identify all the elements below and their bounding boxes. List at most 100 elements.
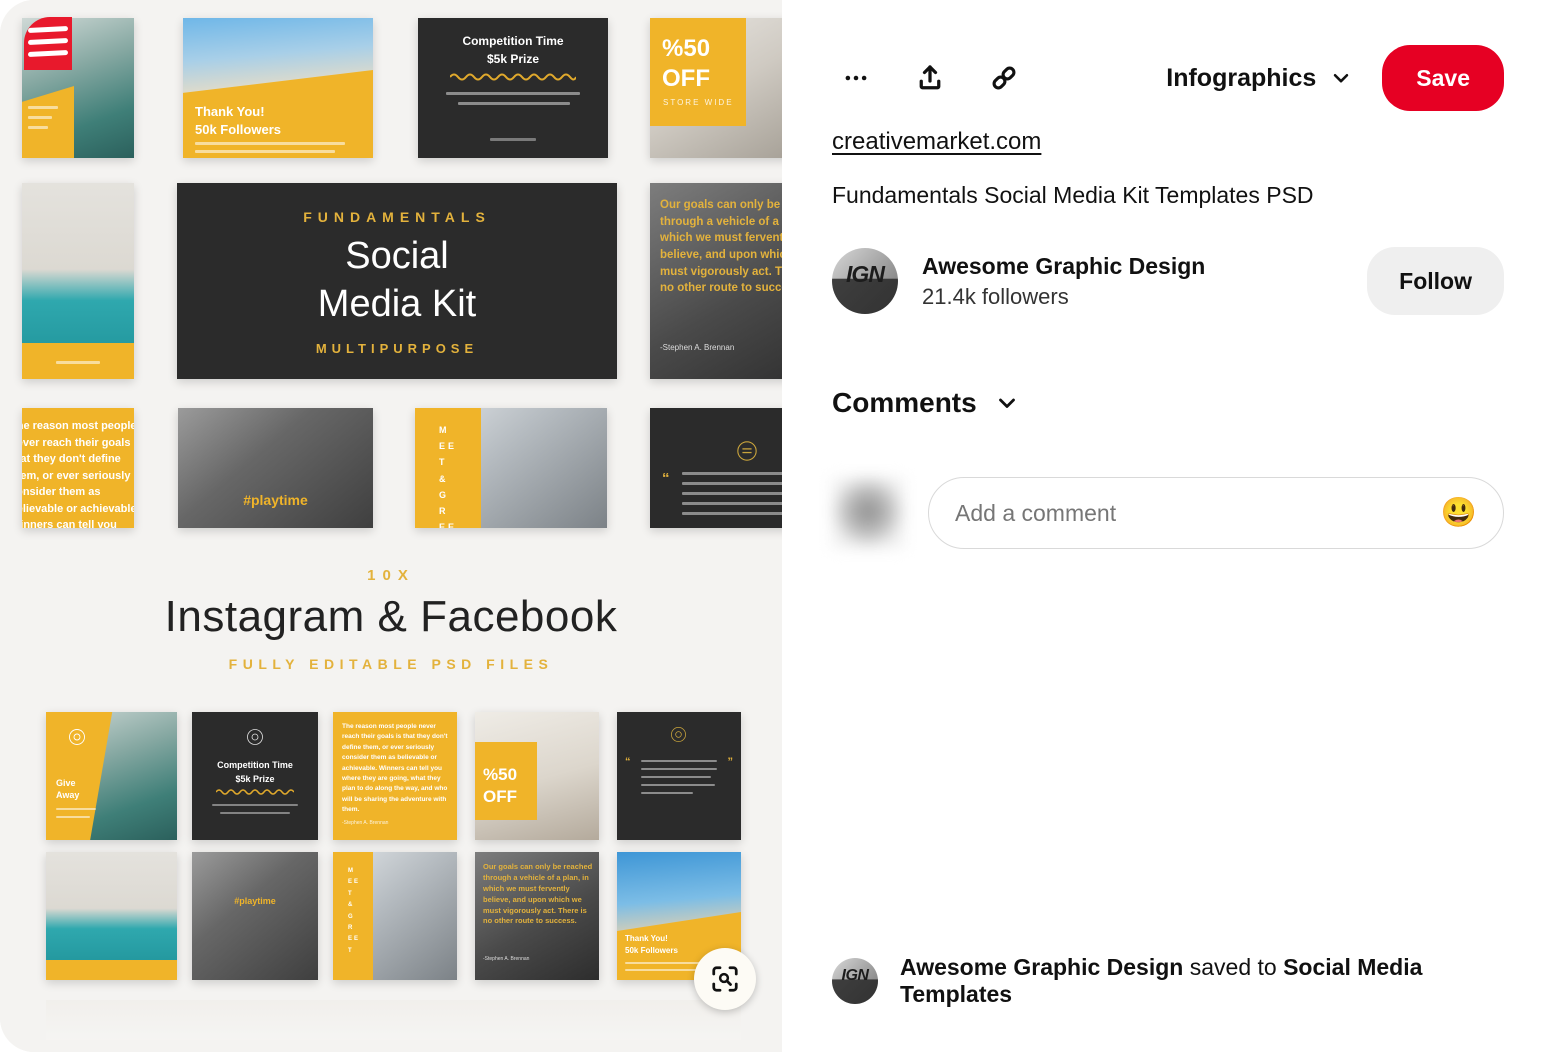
board-selector[interactable]: Infographics — [1162, 58, 1356, 99]
source-domain-link[interactable]: creativemarket.com — [832, 128, 1041, 156]
comments-heading: Comments — [832, 387, 977, 418]
hero-eyebrow: 10X — [367, 566, 415, 584]
chain-link-icon — [992, 66, 1016, 90]
pin-detail-card: Thank You! 50k Followers Competition Tim… — [0, 0, 1554, 1052]
more-options-button[interactable] — [832, 54, 880, 102]
template-text-goals-quote: Our goals can only be reached through a … — [660, 199, 782, 295]
saved-by-user[interactable]: Awesome Graphic Design — [900, 954, 1183, 980]
current-user-avatar[interactable] — [832, 477, 904, 549]
template-text-meet-greet: MEET & GREET — [439, 425, 458, 528]
chevron-down-icon — [998, 398, 1015, 408]
template-preview-people-quote: The reason most people never reach their… — [22, 408, 134, 528]
template-text-kit-footer: MULTIPURPOSE — [315, 341, 479, 356]
avatar-initials: IGN — [841, 967, 869, 984]
visual-search-lens-icon — [712, 966, 738, 992]
template-text-offer-1: %50 — [662, 35, 711, 62]
template-preview-goals-quote: Our goals can only be reached through a … — [650, 183, 782, 379]
comment-input-box[interactable]: 😃 — [928, 477, 1504, 549]
template-preview-offer: %50 OFF STORE WIDE — [650, 18, 782, 158]
template-text-kit-eyebrow: FUNDAMENTALS — [303, 209, 491, 225]
template-text-goals-quote-2: Our goals can only be reached through a … — [483, 862, 593, 926]
template-preview-meet-greet-2: MEET & GREET — [333, 852, 457, 980]
quote-mark-icon: “ — [625, 756, 631, 768]
template-preview-pool — [22, 183, 134, 379]
comments-section-toggle[interactable]: Comments — [832, 387, 1019, 419]
template-text-thanks-1: Thank You! — [195, 104, 265, 119]
board-name-label: Infographics — [1166, 63, 1317, 92]
template-preview-meet-greet: MEET & GREET — [415, 408, 607, 528]
template-text-kit-title-2: Media Kit — [317, 283, 477, 325]
visual-search-button[interactable] — [694, 948, 756, 1010]
badge-circle-icon — [69, 729, 85, 745]
saved-to-text: Awesome Graphic Design saved to Social M… — [900, 954, 1504, 1008]
template-text-giveaway-1: Give — [56, 778, 76, 788]
creator-name[interactable]: Awesome Graphic Design — [922, 253, 1205, 280]
badge-circle-icon — [671, 727, 686, 742]
template-preview-yellow-quote: The reason most people never reach their… — [333, 712, 457, 840]
template-text-offer-2-line1: %50 — [483, 765, 518, 784]
template-text-goals-author: -Stephen A. Brennan — [660, 343, 735, 352]
template-text-competition-1: Competition Time — [462, 34, 564, 48]
hero-headline: Instagram & Facebook — [164, 591, 618, 641]
mockup-ghost-row — [46, 1000, 741, 1040]
creator-meta: Awesome Graphic Design 21.4k followers — [922, 253, 1205, 310]
template-preview-goals-quote-2: Our goals can only be reached through a … — [475, 852, 599, 980]
template-text-offer-sub: STORE WIDE — [663, 98, 734, 107]
share-upload-icon — [919, 65, 941, 90]
template-text-thanks-2-line2: 50k Followers — [625, 946, 678, 955]
pin-detail-pane: Infographics Save creativemarket.com Fun… — [782, 0, 1554, 1052]
copy-link-button[interactable] — [980, 54, 1028, 102]
saved-by-avatar[interactable]: IGN — [832, 958, 878, 1004]
template-preview-dark-quote-2: “ ” — [617, 712, 741, 840]
template-text-thanks-2-line1: Thank You! — [625, 934, 668, 943]
pin-title: Fundamentals Social Media Kit Templates … — [832, 182, 1314, 208]
template-preview-competition-2: Competition Time $5k Prize — [192, 712, 318, 840]
template-text-meet-greet-2: MEET & GREET — [348, 868, 361, 954]
template-text-kit-title-1: Social — [345, 235, 449, 277]
template-text-offer-2: OFF — [662, 65, 710, 92]
pin-image: Thank You! 50k Followers Competition Tim… — [0, 0, 782, 1052]
template-preview-playtime: #playtime — [178, 408, 373, 528]
creator-follower-count: 21.4k followers — [922, 283, 1069, 309]
pin-image-pane[interactable]: Thank You! 50k Followers Competition Tim… — [0, 0, 782, 1052]
creator-avatar[interactable]: IGN — [832, 248, 898, 314]
template-preview-thankyou: Thank You! 50k Followers — [183, 18, 373, 158]
pin-action-row: Infographics Save — [832, 0, 1504, 112]
template-text-giveaway-2: Away — [56, 790, 80, 800]
template-text-goals-author-2: -Stephen A. Brennan — [483, 956, 530, 962]
template-preview-pool-2 — [46, 852, 177, 980]
quote-mark-close-icon: ” — [727, 756, 734, 768]
zigzag-divider-icon — [450, 73, 576, 81]
badge-red-waves — [24, 17, 72, 70]
badge-circle-icon — [737, 441, 757, 461]
template-preview-dark-quote: “ — [650, 408, 782, 528]
template-preview-competition: Competition Time $5k Prize — [418, 18, 608, 158]
template-text-competition-2: $5k Prize — [486, 52, 540, 66]
share-button[interactable] — [906, 54, 954, 102]
zigzag-divider-icon — [216, 789, 294, 795]
template-text-offer-2-line2: OFF — [483, 787, 517, 806]
template-text-competition-2-line1: Competition Time — [217, 760, 293, 770]
comment-input[interactable] — [955, 499, 1431, 527]
chevron-down-icon — [1334, 73, 1349, 83]
template-text-yellow-author: -Stephen A. Brennan — [342, 820, 389, 826]
template-text-thanks-2: 50k Followers — [195, 122, 281, 137]
hero-banner: 10X Instagram & Facebook FULLY EDITABLE … — [0, 540, 782, 698]
ellipsis-icon — [845, 75, 867, 81]
creator-row: IGN Awesome Graphic Design 21.4k followe… — [832, 247, 1504, 315]
emoji-picker-button[interactable]: 😃 — [1441, 498, 1477, 528]
save-button[interactable]: Save — [1382, 45, 1504, 111]
quote-mark-icon: “ — [662, 470, 670, 487]
template-text-playtime: #playtime — [243, 492, 308, 508]
follow-button[interactable]: Follow — [1367, 247, 1504, 315]
comment-compose-row: 😃 — [832, 477, 1504, 549]
avatar-initials: IGN — [846, 261, 885, 287]
template-text-people-quote: The reason most people never reach their… — [22, 420, 134, 528]
saved-to-bar: IGN Awesome Graphic Design saved to Soci… — [832, 954, 1504, 1008]
badge-circle-icon — [247, 729, 263, 745]
template-preview-offer-2: %50 OFF — [475, 712, 599, 840]
template-text-competition-2-line2: $5k Prize — [235, 774, 275, 784]
template-preview-playtime-2: #playtime — [192, 852, 318, 980]
template-preview-giveaway: Give Away — [46, 712, 177, 840]
hero-subline: FULLY EDITABLE PSD FILES — [228, 655, 554, 672]
